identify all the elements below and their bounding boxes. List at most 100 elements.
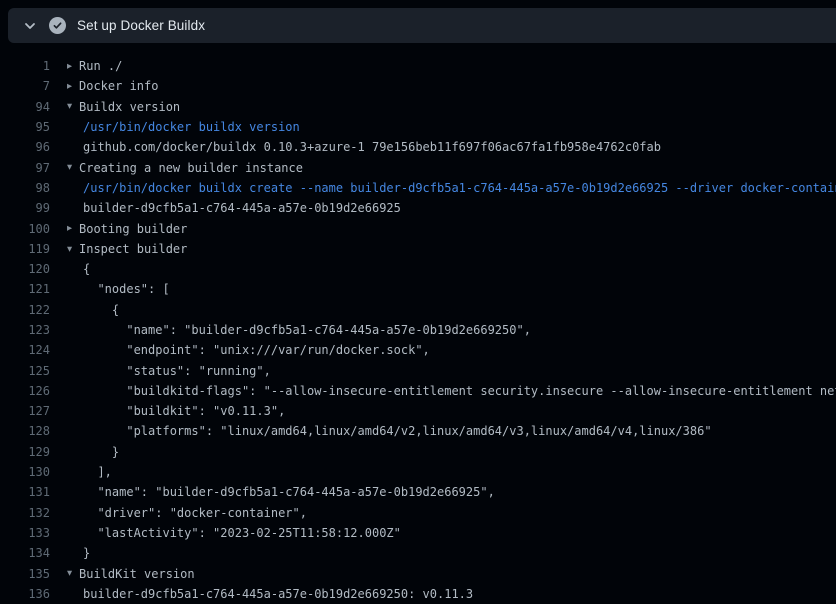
- line-number[interactable]: 123: [0, 323, 50, 337]
- output-text: "buildkit": "v0.11.3",: [83, 404, 285, 418]
- triangle-right-icon[interactable]: ▶: [67, 225, 79, 234]
- line-number[interactable]: 122: [0, 303, 50, 317]
- group-title: Booting builder: [79, 222, 187, 236]
- log-line: 124 "endpoint": "unix:///var/run/docker.…: [0, 340, 836, 360]
- triangle-down-icon[interactable]: ▼: [67, 103, 79, 112]
- line-number[interactable]: 126: [0, 384, 50, 398]
- output-text: builder-d9cfb5a1-c764-445a-a57e-0b19d2e6…: [83, 587, 473, 601]
- output-text: "lastActivity": "2023-02-25T11:58:12.000…: [83, 526, 401, 540]
- log-line-body: "driver": "docker-container",: [50, 506, 836, 520]
- line-number[interactable]: 96: [0, 140, 50, 154]
- line-number[interactable]: 119: [0, 242, 50, 256]
- line-number[interactable]: 97: [0, 161, 50, 175]
- log-group-row[interactable]: 97▼Creating a new builder instance: [0, 157, 836, 177]
- log-line: 125 "status": "running",: [0, 360, 836, 380]
- log-line-body: /usr/bin/docker buildx version: [50, 120, 836, 134]
- output-text: "status": "running",: [83, 364, 271, 378]
- output-text: github.com/docker/buildx 0.10.3+azure-1 …: [83, 140, 661, 154]
- line-number[interactable]: 121: [0, 282, 50, 296]
- log-line-body: ▼Creating a new builder instance: [50, 161, 836, 175]
- log-line-body: "endpoint": "unix:///var/run/docker.sock…: [50, 343, 836, 357]
- group-title: Buildx version: [79, 100, 180, 114]
- log-line: 127 "buildkit": "v0.11.3",: [0, 401, 836, 421]
- line-number[interactable]: 95: [0, 120, 50, 134]
- log-line-body: ▶Booting builder: [50, 222, 836, 236]
- log-line-body: ],: [50, 465, 836, 479]
- log-group-row[interactable]: 1▶Run ./: [0, 56, 836, 76]
- output-text: "buildkitd-flags": "--allow-insecure-ent…: [83, 384, 836, 398]
- line-number[interactable]: 1: [0, 59, 50, 73]
- group-title: Inspect builder: [79, 242, 187, 256]
- chevron-down-icon[interactable]: [23, 19, 36, 32]
- output-text: builder-d9cfb5a1-c764-445a-a57e-0b19d2e6…: [83, 201, 401, 215]
- output-text: }: [83, 445, 119, 459]
- line-number[interactable]: 135: [0, 567, 50, 581]
- triangle-down-icon[interactable]: ▼: [67, 245, 79, 254]
- log-line: 133 "lastActivity": "2023-02-25T11:58:12…: [0, 523, 836, 543]
- log-line-body: ▶Run ./: [50, 59, 836, 73]
- step-header[interactable]: Set up Docker Buildx: [8, 8, 836, 43]
- line-number[interactable]: 133: [0, 526, 50, 540]
- log-line: 98/usr/bin/docker buildx create --name b…: [0, 178, 836, 198]
- output-text: }: [83, 546, 90, 560]
- command-text: /usr/bin/docker buildx version: [83, 120, 300, 134]
- group-title: Run ./: [79, 59, 122, 73]
- log-line-body: "buildkitd-flags": "--allow-insecure-ent…: [50, 384, 836, 398]
- log-line: 96 github.com/docker/buildx 0.10.3+azure-…: [0, 137, 836, 157]
- log-line: 131 "name": "builder-d9cfb5a1-c764-445a-…: [0, 482, 836, 502]
- log-line: 130 ],: [0, 462, 836, 482]
- group-title: Docker info: [79, 79, 158, 93]
- line-number[interactable]: 134: [0, 546, 50, 560]
- line-number[interactable]: 130: [0, 465, 50, 479]
- log-line: 134}: [0, 543, 836, 563]
- log-group-row[interactable]: 94 ▼Buildx version: [0, 97, 836, 117]
- log-group-row[interactable]: 135▼BuildKit version: [0, 563, 836, 583]
- line-number[interactable]: 124: [0, 343, 50, 357]
- log-line: 120 {: [0, 259, 836, 279]
- log-line-body: "platforms": "linux/amd64,linux/amd64/v2…: [50, 424, 836, 438]
- log-line: 129 }: [0, 442, 836, 462]
- output-text: "endpoint": "unix:///var/run/docker.sock…: [83, 343, 430, 357]
- log-line-body: ▼Inspect builder: [50, 242, 836, 256]
- line-number[interactable]: 100: [0, 222, 50, 236]
- log-viewer: 1▶Run ./7▶Docker info94▼Buildx version95…: [0, 43, 836, 604]
- output-text: {: [83, 262, 90, 276]
- output-text: {: [83, 303, 119, 317]
- log-line-body: "buildkit": "v0.11.3",: [50, 404, 836, 418]
- line-number[interactable]: 128: [0, 424, 50, 438]
- triangle-right-icon[interactable]: ▶: [67, 62, 79, 71]
- line-number[interactable]: 127: [0, 404, 50, 418]
- log-line-body: "name": "builder-d9cfb5a1-c764-445a-a57e…: [50, 323, 836, 337]
- log-line-body: "status": "running",: [50, 364, 836, 378]
- log-line: 122 {: [0, 300, 836, 320]
- output-text: "name": "builder-d9cfb5a1-c764-445a-a57e…: [83, 485, 495, 499]
- line-number[interactable]: 120: [0, 262, 50, 276]
- group-title: BuildKit version: [79, 567, 195, 581]
- output-text: "nodes": [: [83, 282, 170, 296]
- triangle-down-icon[interactable]: ▼: [67, 164, 79, 173]
- log-line: 132 "driver": "docker-container",: [0, 503, 836, 523]
- log-group-row[interactable]: 100▶Booting builder: [0, 218, 836, 238]
- log-line: 136 builder-d9cfb5a1-c764-445a-a57e-0b19d…: [0, 584, 836, 604]
- log-line-body: github.com/docker/buildx 0.10.3+azure-1 …: [50, 140, 836, 154]
- log-group-row[interactable]: 7 ▶Docker info: [0, 76, 836, 96]
- line-number[interactable]: 129: [0, 445, 50, 459]
- log-group-row[interactable]: 119▼Inspect builder: [0, 239, 836, 259]
- log-line-body: "lastActivity": "2023-02-25T11:58:12.000…: [50, 526, 836, 540]
- log-line-body: builder-d9cfb5a1-c764-445a-a57e-0b19d2e6…: [50, 201, 836, 215]
- triangle-right-icon[interactable]: ▶: [67, 83, 79, 92]
- log-line-body: {: [50, 303, 836, 317]
- line-number[interactable]: 136: [0, 587, 50, 601]
- log-line-body: /usr/bin/docker buildx create --name bui…: [50, 181, 836, 195]
- line-number[interactable]: 98: [0, 181, 50, 195]
- check-circle-icon: [49, 17, 66, 34]
- log-line-body: ▼BuildKit version: [50, 567, 836, 581]
- line-number[interactable]: 94: [0, 100, 50, 114]
- line-number[interactable]: 132: [0, 506, 50, 520]
- line-number[interactable]: 99: [0, 201, 50, 215]
- log-line: 95/usr/bin/docker buildx version: [0, 117, 836, 137]
- line-number[interactable]: 7: [0, 79, 50, 93]
- line-number[interactable]: 131: [0, 485, 50, 499]
- line-number[interactable]: 125: [0, 364, 50, 378]
- triangle-down-icon[interactable]: ▼: [67, 570, 79, 579]
